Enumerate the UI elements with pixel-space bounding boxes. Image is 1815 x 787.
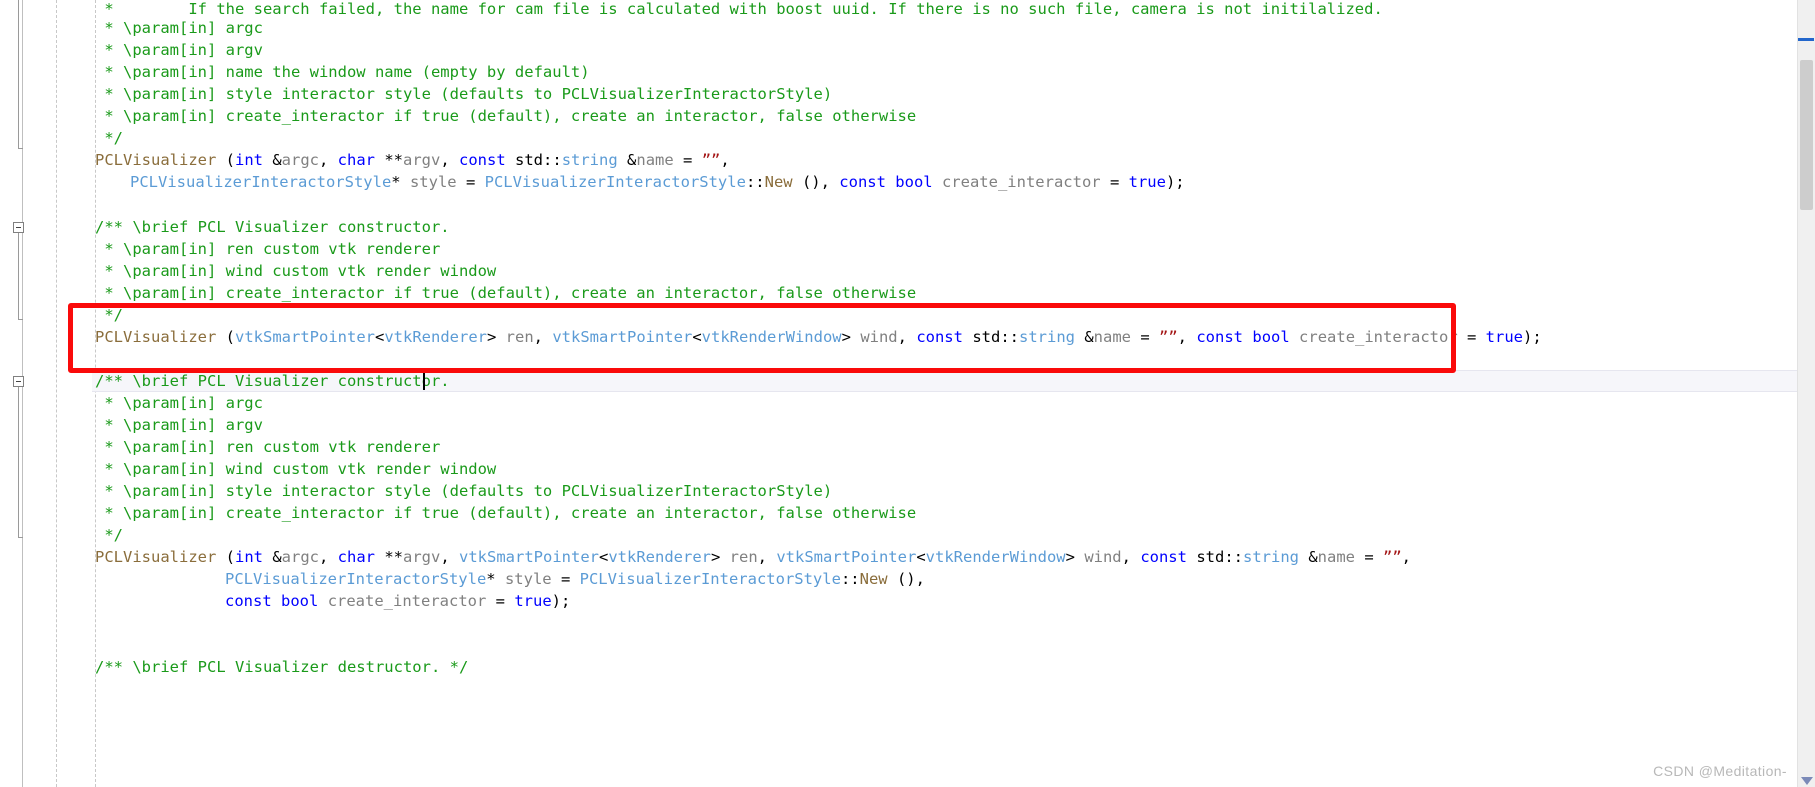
code-line-highlighted: PCLVisualizer (vtkSmartPointer<vtkRender… (95, 328, 1542, 346)
code-content[interactable]: * If the search failed, the name for cam… (0, 0, 1815, 787)
code-line: * \param[in] name the window name (empty… (95, 63, 590, 81)
code-line: * \param[in] ren custom vtk renderer (95, 240, 441, 258)
code-line: PCLVisualizerInteractorStyle* style = PC… (225, 570, 925, 588)
scrollbar-overview-column[interactable] (1797, 0, 1815, 787)
code-line: * \param[in] wind custom vtk render wind… (95, 262, 497, 280)
code-line: * \param[in] create_interactor if true (… (95, 107, 917, 125)
code-line: * \param[in] style interactor style (def… (95, 482, 833, 500)
code-line: */ (95, 526, 123, 544)
code-line: * If the search failed, the name for cam… (95, 0, 1383, 18)
code-line: * \param[in] argc (95, 394, 263, 412)
code-line: /** \brief PCL Visualizer constructor. (95, 218, 450, 236)
code-line: * \param[in] wind custom vtk render wind… (95, 460, 497, 478)
code-line: */ (95, 306, 123, 324)
code-line: /** \brief PCL Visualizer destructor. */ (95, 658, 469, 676)
code-line: PCLVisualizer (int &argc, char **argv, v… (95, 548, 1412, 566)
code-editor-window: * If the search failed, the name for cam… (0, 0, 1815, 787)
code-line: PCLVisualizer (int &argc, char **argv, c… (95, 151, 730, 169)
text-caret (423, 373, 425, 390)
code-line: * \param[in] argv (95, 416, 263, 434)
code-line: * \param[in] ren custom vtk renderer (95, 438, 441, 456)
code-line: const bool create_interactor = true); (225, 592, 571, 610)
code-line: */ (95, 129, 123, 147)
code-line: * \param[in] create_interactor if true (… (95, 504, 917, 522)
code-line: * \param[in] argv (95, 41, 263, 59)
code-line: * \param[in] create_interactor if true (… (95, 284, 917, 302)
watermark-label: CSDN @Meditation- (1653, 763, 1787, 779)
scrollbar-thumb[interactable] (1800, 60, 1813, 210)
scroll-marker[interactable] (1798, 38, 1814, 41)
code-line: * \param[in] argc (95, 19, 263, 37)
chevron-down-icon[interactable] (1801, 777, 1813, 785)
code-line: /** \brief PCL Visualizer constructor. (95, 372, 450, 390)
code-line: PCLVisualizerInteractorStyle* style = PC… (130, 173, 1185, 191)
code-line: * \param[in] style interactor style (def… (95, 85, 833, 103)
